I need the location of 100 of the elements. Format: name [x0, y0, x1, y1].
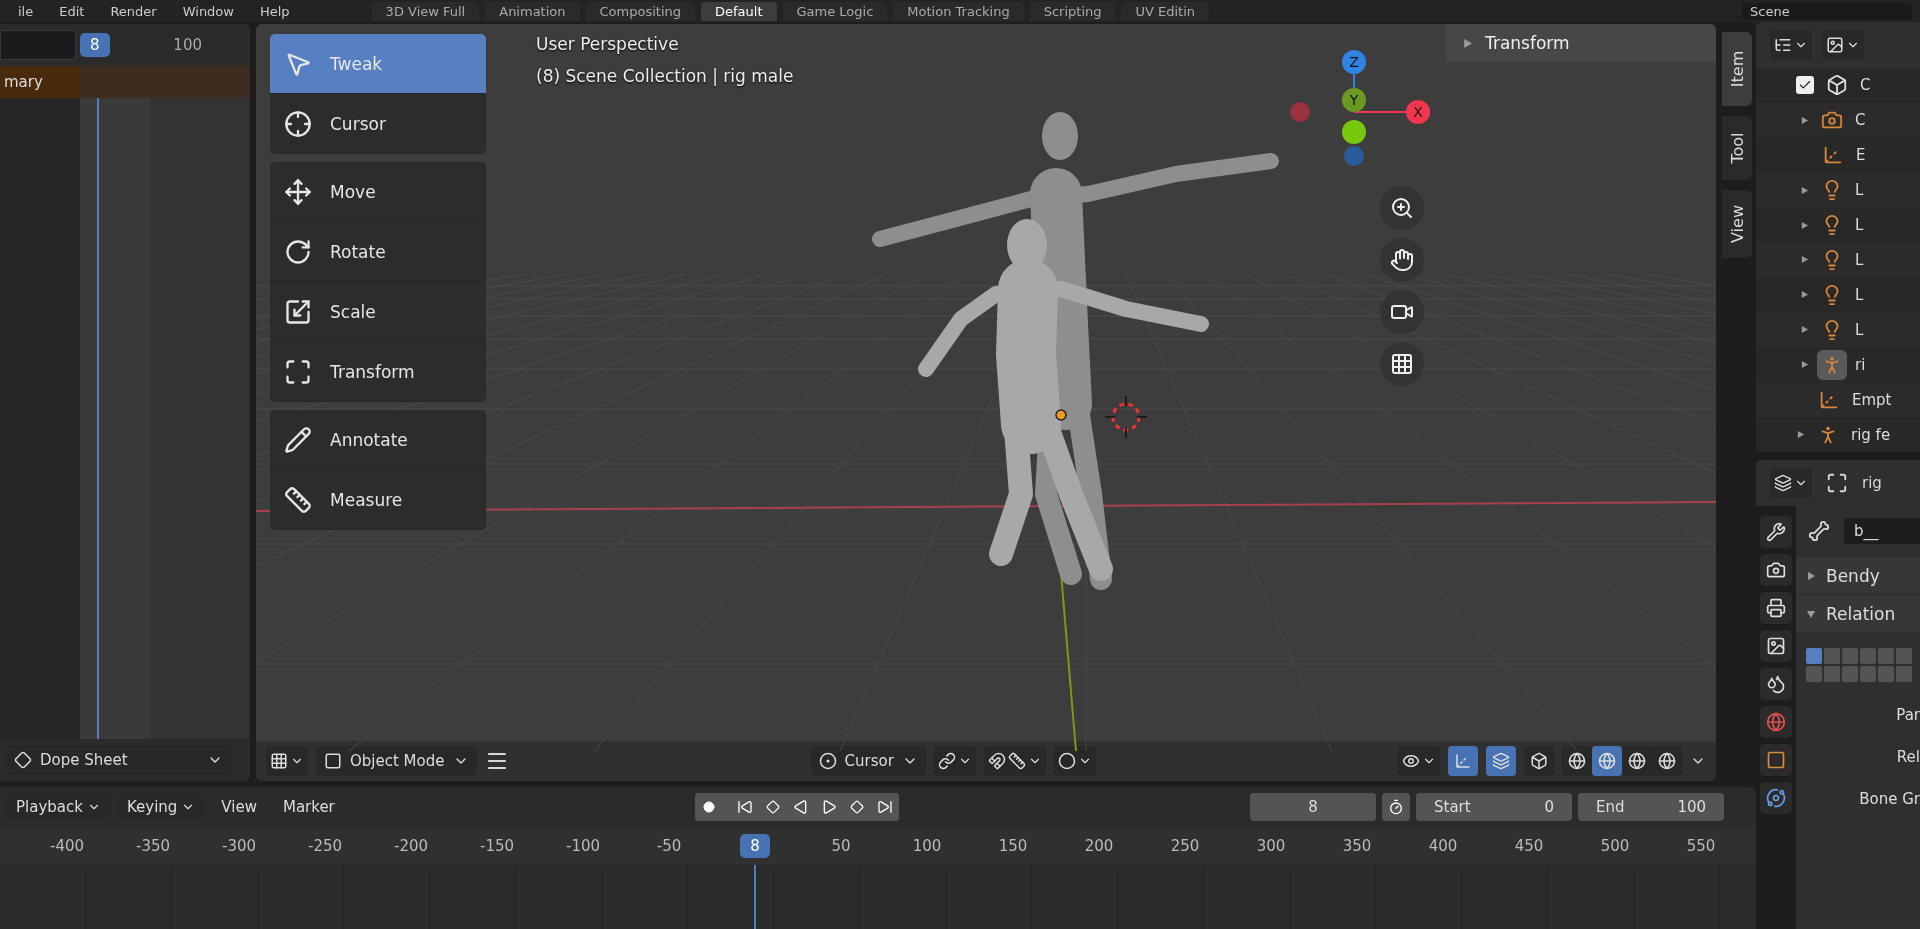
editor-type-button[interactable] [266, 746, 308, 776]
workspace-tab[interactable]: UV Editin [1121, 1, 1210, 21]
snap-button[interactable] [983, 746, 1046, 776]
frame-tick-label: 50 [830, 837, 852, 855]
outliner-item[interactable]: L [1855, 320, 1864, 339]
scene-field[interactable]: Scene [1742, 2, 1912, 20]
checkbox[interactable] [1796, 76, 1814, 95]
end-frame-field[interactable]: End 100 [1578, 793, 1724, 821]
proportional-button[interactable] [1053, 746, 1096, 776]
transform-panel-header[interactable]: Transform [1446, 24, 1716, 62]
camera-view-button[interactable] [1380, 290, 1424, 334]
sidebar-tab[interactable]: Item [1722, 32, 1752, 106]
shading-button[interactable] [1622, 746, 1652, 776]
gizmo-axis-ball[interactable]: Y [1342, 88, 1366, 112]
editor-type-dropdown[interactable]: Dope Sheet [6, 745, 231, 775]
outliner-item[interactable]: ri [1855, 355, 1866, 374]
square-icon[interactable] [1760, 744, 1792, 776]
menu-item[interactable]: Help [249, 3, 300, 19]
current-frame-badge[interactable]: 8 [740, 834, 770, 858]
outliner-item[interactable]: L [1855, 285, 1864, 304]
workspace-tab[interactable]: 3D View Full [371, 1, 480, 21]
panel-header[interactable]: Relation [1796, 594, 1920, 632]
orbit-icon[interactable] [1760, 782, 1792, 814]
outliner-item[interactable]: L [1855, 250, 1864, 269]
menu-item[interactable]: ile [8, 3, 44, 19]
current-frame-field[interactable]: 8 [1250, 793, 1376, 821]
workspace-tab[interactable]: Default [701, 1, 777, 21]
xray-button[interactable] [1524, 746, 1554, 776]
expand-arrow-icon [1796, 430, 1805, 440]
bone-layer-toggle[interactable] [1860, 648, 1876, 664]
menu-button[interactable]: View [211, 794, 267, 820]
timer-button[interactable] [1382, 793, 1410, 821]
shading-button[interactable] [1562, 746, 1592, 776]
editor-type-button[interactable] [1770, 468, 1812, 498]
pan-hand-button[interactable] [1380, 238, 1424, 282]
globe-icon[interactable] [1760, 706, 1792, 738]
gizmo-axis-ball[interactable] [1342, 120, 1366, 144]
pivot-dropdown[interactable]: Cursor [810, 746, 926, 776]
outliner-item[interactable]: E [1856, 146, 1866, 165]
visibility-button[interactable] [1398, 746, 1440, 776]
wrench-icon[interactable] [1760, 516, 1792, 548]
gizmo-axis-ball[interactable]: Z [1342, 50, 1366, 74]
outliner-item[interactable]: L [1855, 216, 1864, 235]
diamond-icon [766, 800, 781, 814]
link-button[interactable] [933, 746, 976, 776]
sidebar-tab[interactable]: Tool [1722, 116, 1752, 180]
current-frame-badge[interactable]: 8 [80, 33, 110, 57]
grid-view-button[interactable] [1380, 342, 1424, 386]
menu-item[interactable]: Window [172, 3, 244, 19]
gizmo-axis-ball[interactable]: X [1406, 100, 1430, 124]
tool-button[interactable]: Annotate [270, 410, 486, 470]
bone-layer-toggle[interactable] [1878, 666, 1894, 682]
field-value: 0 [1544, 798, 1554, 816]
playhead-line [754, 865, 756, 929]
outliner-item[interactable]: L [1855, 181, 1864, 200]
eye-icon [1402, 752, 1420, 770]
sidebar-tab[interactable]: View [1722, 190, 1752, 258]
drops-icon[interactable] [1760, 668, 1792, 700]
bone-layer-toggle[interactable] [1806, 648, 1822, 664]
bone-layer-toggle[interactable] [1842, 666, 1858, 682]
outliner-item[interactable]: C [1860, 76, 1871, 95]
panel-header[interactable]: Bendy [1796, 556, 1920, 594]
bone-name-field[interactable]: b__ [1844, 518, 1920, 544]
panel-title: Transform [1485, 33, 1570, 53]
menu-button[interactable]: Marker [272, 794, 345, 820]
outliner-item[interactable]: Empt [1852, 390, 1892, 409]
bone-layer-toggle[interactable] [1896, 648, 1912, 664]
tool-button[interactable]: Move [270, 162, 486, 222]
gizmo-toggle[interactable] [1448, 746, 1478, 776]
overlay-toggle[interactable] [1486, 746, 1516, 776]
shading-button[interactable] [1652, 746, 1682, 776]
bone-layer-toggle[interactable] [1896, 666, 1912, 682]
menu-button[interactable]: Playback [6, 794, 111, 820]
zoom-button[interactable] [1380, 186, 1424, 230]
bone-layer-toggle[interactable] [1824, 666, 1840, 682]
mode-dropdown[interactable]: Object Mode [316, 746, 477, 776]
workspace-tab[interactable]: Scripting [1029, 1, 1116, 21]
bone-layer-toggle[interactable] [1842, 648, 1858, 664]
search-field[interactable] [0, 30, 76, 60]
menu-button[interactable]: Keying [116, 794, 206, 820]
bone-layer-toggle[interactable] [1860, 666, 1876, 682]
bone-layer-toggle[interactable] [1806, 666, 1822, 682]
workspace-tab[interactable]: Game Logic [782, 1, 888, 21]
camera-icon[interactable] [1760, 554, 1792, 586]
printer-icon[interactable] [1760, 592, 1792, 624]
display-mode-dropdown[interactable] [1770, 29, 1812, 60]
menu-item[interactable]: Render [100, 3, 167, 19]
image-icon[interactable] [1760, 630, 1792, 662]
filter-dropdown[interactable] [1822, 29, 1864, 60]
bone-layer-toggle[interactable] [1878, 648, 1894, 664]
outliner-item[interactable]: C [1855, 111, 1866, 130]
expand-arrow-icon [1800, 325, 1809, 335]
bone-layer-toggle[interactable] [1824, 648, 1840, 664]
start-frame-field[interactable]: Start 0 [1416, 793, 1572, 821]
outliner-item[interactable]: rig fe [1851, 425, 1891, 444]
skip-forward-icon [877, 799, 894, 815]
menu-item[interactable]: Edit [49, 3, 95, 19]
workspace-tab[interactable]: Compositing [585, 1, 695, 21]
workspace-tab[interactable]: Animation [485, 1, 580, 21]
workspace-tab[interactable]: Motion Tracking [893, 1, 1024, 21]
